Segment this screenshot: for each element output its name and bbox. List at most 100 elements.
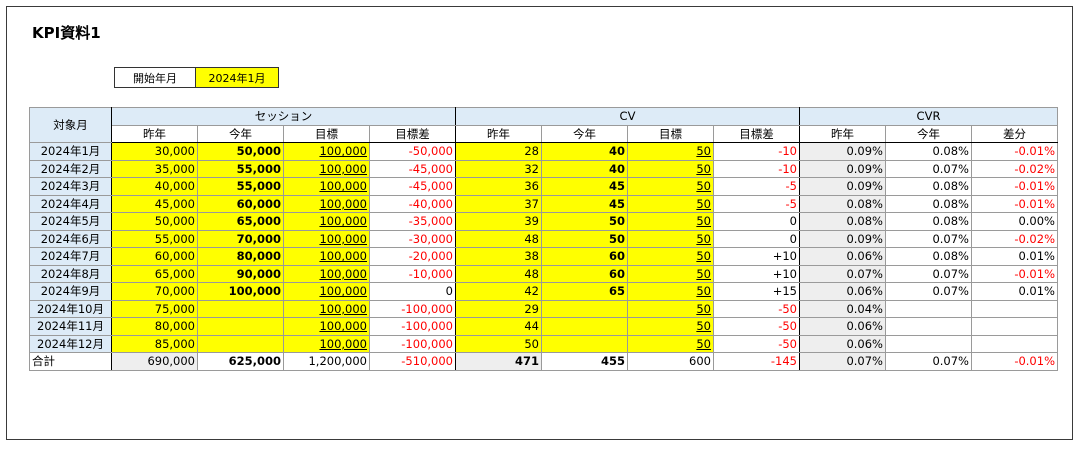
- cell-s-goal[interactable]: 100,000: [283, 299, 370, 318]
- total-c-diff[interactable]: -145: [713, 352, 800, 371]
- cell-s-goal[interactable]: 100,000: [283, 159, 370, 178]
- cell-s-goal[interactable]: 100,000: [283, 212, 370, 231]
- cell-c-ly[interactable]: 36: [455, 177, 542, 196]
- cell-s-ty[interactable]: 50,000: [197, 142, 284, 161]
- cell-s-ty[interactable]: 70,000: [197, 229, 284, 248]
- cell-r-ly[interactable]: 0.06%: [799, 247, 886, 266]
- cell-c-ty[interactable]: 45: [541, 177, 628, 196]
- cell-c-ly[interactable]: 37: [455, 194, 542, 213]
- cell-c-ly[interactable]: 50: [455, 334, 542, 353]
- cell-c-ty[interactable]: 50: [541, 212, 628, 231]
- cell-c-diff[interactable]: +10: [713, 264, 800, 283]
- cell-c-goal[interactable]: 50: [627, 264, 714, 283]
- cell-c-goal[interactable]: 50: [627, 194, 714, 213]
- cell-s-ty[interactable]: 100,000: [197, 282, 284, 301]
- cell-c-diff[interactable]: -10: [713, 159, 800, 178]
- cell-r-diff[interactable]: -0.01%: [971, 264, 1058, 283]
- cell-r-diff[interactable]: [971, 334, 1058, 353]
- cell-r-ty[interactable]: [885, 317, 972, 336]
- cell-s-diff[interactable]: -50,000: [369, 142, 456, 161]
- cell-s-goal[interactable]: 100,000: [283, 247, 370, 266]
- cell-c-diff[interactable]: -50: [713, 317, 800, 336]
- cell-c-goal[interactable]: 50: [627, 159, 714, 178]
- total-s-ly[interactable]: 690,000: [111, 352, 198, 371]
- cell-c-ty[interactable]: 60: [541, 247, 628, 266]
- cell-c-ly[interactable]: 29: [455, 299, 542, 318]
- cell-c-ly[interactable]: 32: [455, 159, 542, 178]
- cell-r-diff[interactable]: 0.01%: [971, 282, 1058, 301]
- cell-s-ty[interactable]: [197, 334, 284, 353]
- cell-s-ly[interactable]: 50,000: [111, 212, 198, 231]
- cell-s-goal[interactable]: 100,000: [283, 264, 370, 283]
- cell-c-ty[interactable]: 40: [541, 159, 628, 178]
- total-c-ty[interactable]: 455: [541, 352, 628, 371]
- cell-c-goal[interactable]: 50: [627, 229, 714, 248]
- cell-s-ly[interactable]: 65,000: [111, 264, 198, 283]
- cell-s-goal[interactable]: 100,000: [283, 194, 370, 213]
- cell-s-ly[interactable]: 85,000: [111, 334, 198, 353]
- total-s-goal[interactable]: 1,200,000: [283, 352, 370, 371]
- cell-r-ly[interactable]: 0.06%: [799, 282, 886, 301]
- cell-r-ly[interactable]: 0.06%: [799, 334, 886, 353]
- cell-s-goal[interactable]: 100,000: [283, 282, 370, 301]
- cell-r-ly[interactable]: 0.09%: [799, 229, 886, 248]
- cell-s-ty[interactable]: 90,000: [197, 264, 284, 283]
- cell-c-ly[interactable]: 28: [455, 142, 542, 161]
- cell-s-ty[interactable]: 55,000: [197, 159, 284, 178]
- cell-r-diff[interactable]: -0.01%: [971, 177, 1058, 196]
- cell-c-ty[interactable]: [541, 317, 628, 336]
- total-r-ly[interactable]: 0.07%: [799, 352, 886, 371]
- cell-c-goal[interactable]: 50: [627, 317, 714, 336]
- cell-c-diff[interactable]: -5: [713, 194, 800, 213]
- cell-s-diff[interactable]: 0: [369, 282, 456, 301]
- cell-s-ty[interactable]: 65,000: [197, 212, 284, 231]
- cell-r-diff[interactable]: [971, 317, 1058, 336]
- cell-c-diff[interactable]: -5: [713, 177, 800, 196]
- cell-c-ty[interactable]: [541, 334, 628, 353]
- total-c-goal[interactable]: 600: [627, 352, 714, 371]
- cell-c-goal[interactable]: 50: [627, 212, 714, 231]
- cell-s-ly[interactable]: 45,000: [111, 194, 198, 213]
- cell-c-diff[interactable]: 0: [713, 229, 800, 248]
- cell-s-diff[interactable]: -40,000: [369, 194, 456, 213]
- cell-s-diff[interactable]: -20,000: [369, 247, 456, 266]
- cell-c-ly[interactable]: 48: [455, 264, 542, 283]
- cell-c-ly[interactable]: 39: [455, 212, 542, 231]
- cell-c-goal[interactable]: 50: [627, 177, 714, 196]
- cell-s-ty[interactable]: 80,000: [197, 247, 284, 266]
- total-s-diff[interactable]: -510,000: [369, 352, 456, 371]
- cell-c-ly[interactable]: 48: [455, 229, 542, 248]
- cell-s-diff[interactable]: -45,000: [369, 159, 456, 178]
- cell-r-ty[interactable]: 0.08%: [885, 247, 972, 266]
- cell-r-ty[interactable]: 0.07%: [885, 282, 972, 301]
- cell-r-ty[interactable]: 0.08%: [885, 194, 972, 213]
- cell-c-diff[interactable]: -10: [713, 142, 800, 161]
- cell-c-ty[interactable]: 45: [541, 194, 628, 213]
- cell-r-diff[interactable]: -0.02%: [971, 229, 1058, 248]
- total-r-ty[interactable]: 0.07%: [885, 352, 972, 371]
- cell-r-ty[interactable]: 0.07%: [885, 159, 972, 178]
- cell-r-ly[interactable]: 0.07%: [799, 264, 886, 283]
- cell-s-diff[interactable]: -100,000: [369, 334, 456, 353]
- cell-c-diff[interactable]: +10: [713, 247, 800, 266]
- cell-r-diff[interactable]: 0.01%: [971, 247, 1058, 266]
- cell-c-ty[interactable]: 40: [541, 142, 628, 161]
- cell-r-diff[interactable]: -0.02%: [971, 159, 1058, 178]
- cell-r-ly[interactable]: 0.04%: [799, 299, 886, 318]
- cell-c-goal[interactable]: 50: [627, 247, 714, 266]
- cell-r-ty[interactable]: 0.08%: [885, 212, 972, 231]
- cell-s-diff[interactable]: -45,000: [369, 177, 456, 196]
- cell-c-diff[interactable]: -50: [713, 334, 800, 353]
- cell-c-goal[interactable]: 50: [627, 299, 714, 318]
- cell-s-diff[interactable]: -10,000: [369, 264, 456, 283]
- cell-s-goal[interactable]: 100,000: [283, 317, 370, 336]
- cell-s-goal[interactable]: 100,000: [283, 177, 370, 196]
- cell-s-ly[interactable]: 80,000: [111, 317, 198, 336]
- cell-r-diff[interactable]: [971, 299, 1058, 318]
- cell-s-ty[interactable]: [197, 317, 284, 336]
- cell-c-goal[interactable]: 50: [627, 334, 714, 353]
- cell-s-ty[interactable]: [197, 299, 284, 318]
- total-s-ty[interactable]: 625,000: [197, 352, 284, 371]
- total-r-diff[interactable]: -0.01%: [971, 352, 1058, 371]
- cell-c-ly[interactable]: 42: [455, 282, 542, 301]
